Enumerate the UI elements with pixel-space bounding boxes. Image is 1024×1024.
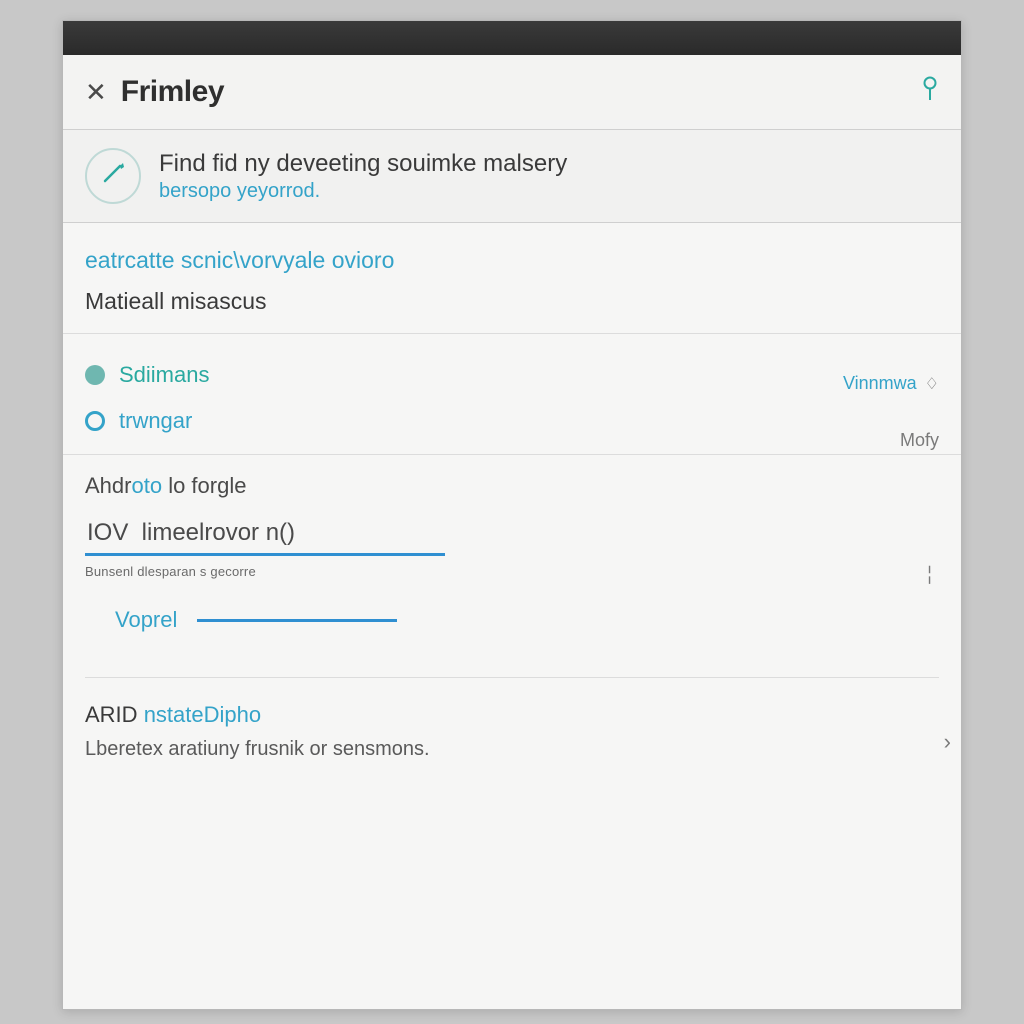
section-label: Matieall misascus: [85, 288, 939, 315]
section-3-head-prefix: ARID: [85, 702, 144, 727]
side-tag-2[interactable]: Mofy: [900, 430, 939, 451]
shield-icon: ♢: [925, 374, 939, 394]
section-3-body: Lberetex aratiuny frusnik or sensmons.: [85, 738, 939, 761]
section-2-title-a: Ahdr: [85, 473, 131, 498]
scroll-hint-icon: ╎: [924, 565, 935, 586]
search-main-text: Find fid ny deveeting souimke malsery: [159, 150, 567, 178]
side-tag-1[interactable]: Vinnmwa ♢: [843, 373, 939, 394]
iov-input[interactable]: [85, 513, 445, 556]
window-topbar: [63, 21, 961, 55]
section-2: Ahdroto lo forgle Bunsenl dlesparan s ge…: [85, 473, 939, 633]
search-row[interactable]: Find fid ny deveeting souimke malsery be…: [63, 130, 961, 223]
list-item-2[interactable]: trwngar: [85, 398, 939, 444]
app-frame: ✕ Frimley Find fid ny deveeting souimke …: [62, 20, 962, 1010]
list-item-1-label: Sdiimans: [119, 362, 209, 388]
side-tag-2-label: Mofy: [900, 430, 939, 451]
section-link[interactable]: eatrcatte scnic\vorvyale ovioro: [85, 247, 939, 274]
vop-row[interactable]: Voprel: [85, 607, 939, 633]
section-3-head-accent: nstateDipho: [144, 702, 261, 727]
section-3-heading: ARID nstateDipho: [85, 702, 939, 728]
search-text-block: Find fid ny deveeting souimke malsery be…: [159, 150, 567, 203]
edit-icon-circle: [85, 148, 141, 204]
content-area: eatrcatte scnic\vorvyale ovioro Matieall…: [63, 223, 961, 761]
vop-underline: [197, 619, 397, 622]
section-2-title-b: oto: [131, 473, 162, 498]
side-tag-1-label: Vinnmwa: [843, 373, 917, 394]
pin-icon[interactable]: [921, 76, 939, 109]
search-sub-text: bersopo yeyorrod.: [159, 180, 567, 203]
list-item-1[interactable]: Sdiimans: [85, 352, 939, 398]
status-dot-filled-icon: [85, 365, 105, 385]
status-dot-outline-icon: [85, 411, 105, 431]
divider: [63, 333, 961, 334]
close-icon[interactable]: ✕: [85, 79, 111, 105]
input-caption: Bunsenl dlesparan s gecorre: [85, 564, 939, 579]
page-title: Frimley: [121, 75, 224, 109]
list-item-2-label: trwngar: [119, 408, 192, 434]
header-bar: ✕ Frimley: [63, 55, 961, 130]
vop-label: Voprel: [115, 607, 177, 633]
section-2-title-c: lo forgle: [162, 473, 246, 498]
divider: [63, 454, 961, 455]
section-2-title: Ahdroto lo forgle: [85, 473, 939, 499]
pencil-icon: [100, 160, 126, 193]
chevron-right-icon[interactable]: ›: [944, 729, 951, 755]
section-3: ARID nstateDipho Lberetex aratiuny frusn…: [85, 677, 939, 761]
side-tags: Vinnmwa ♢ Mofy: [843, 373, 965, 451]
